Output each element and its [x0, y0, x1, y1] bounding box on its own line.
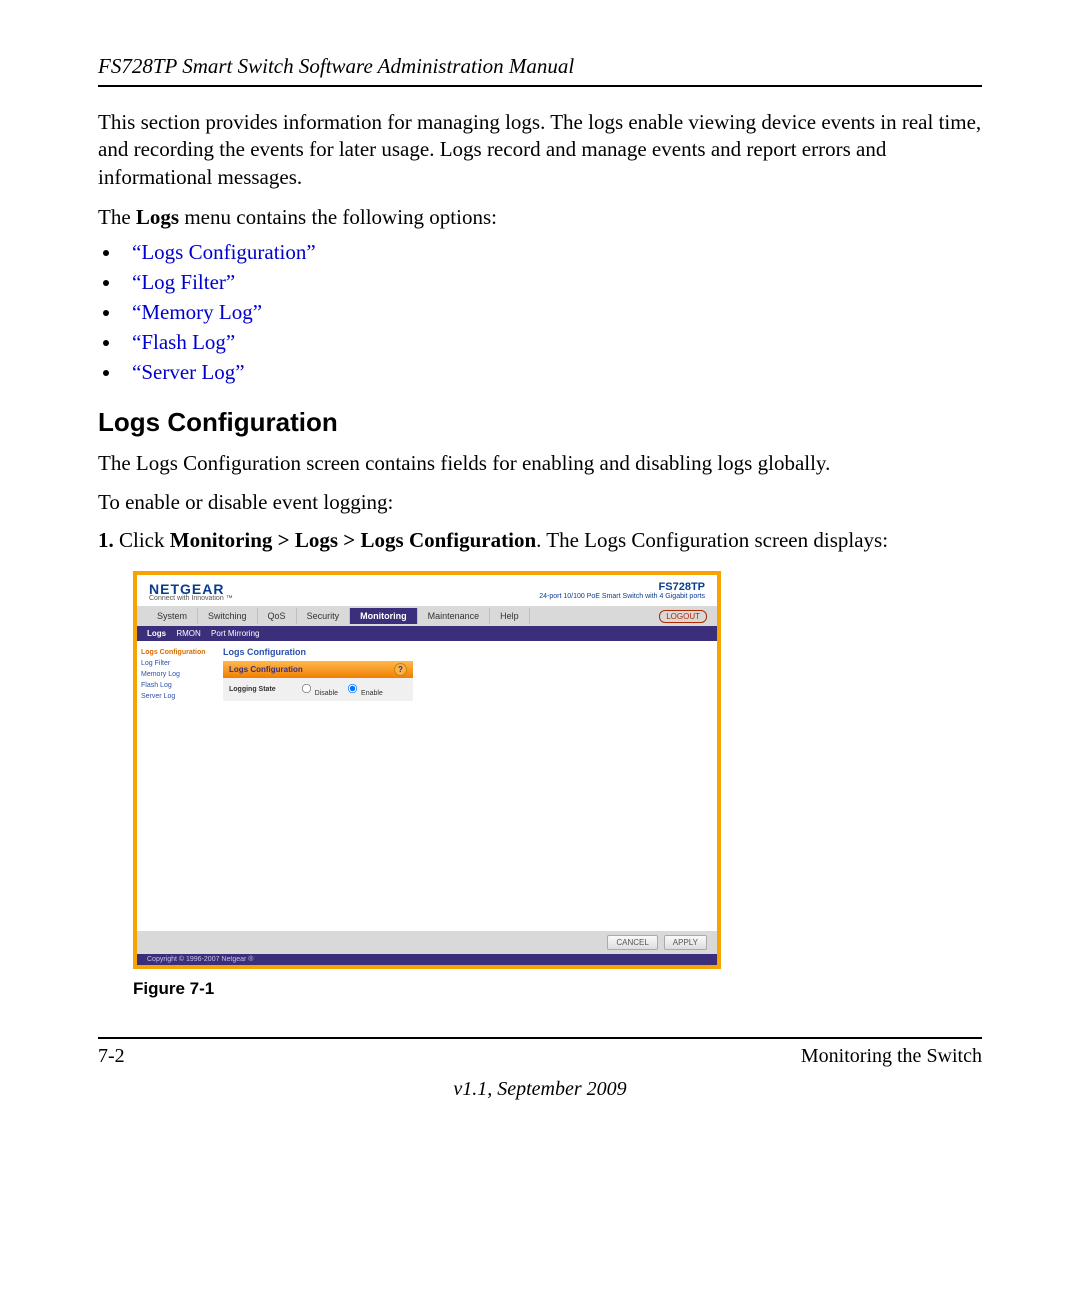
- step-1: 1. Click Monitoring > Logs > Logs Config…: [98, 528, 982, 553]
- intro-text: This section provides information for ma…: [98, 109, 982, 191]
- model-block: FS728TP 24-port 10/100 PoE Smart Switch …: [539, 581, 705, 600]
- panel-header: Logs Configuration ?: [223, 661, 413, 678]
- sidebar-item-memory-log[interactable]: Memory Log: [141, 669, 215, 680]
- tab-switching[interactable]: Switching: [198, 608, 258, 624]
- brand-block: NETGEAR Connect with Innovation ™: [149, 581, 233, 602]
- main-tabs: System Switching QoS Security Monitoring…: [137, 606, 717, 626]
- tab-system[interactable]: System: [147, 608, 198, 624]
- sidebar: Logs Configuration Log Filter Memory Log…: [137, 641, 215, 931]
- sidebar-item-server-log[interactable]: Server Log: [141, 691, 215, 702]
- step-post: . The Logs Configuration screen displays…: [536, 528, 888, 552]
- link-log-filter[interactable]: “Log Filter”: [132, 270, 235, 294]
- list-item: “Log Filter”: [122, 270, 982, 295]
- apply-button[interactable]: APPLY: [664, 935, 707, 950]
- body-text-2: To enable or disable event logging:: [98, 489, 982, 516]
- logout-button[interactable]: LOGOUT: [659, 610, 707, 623]
- brand-tagline: Connect with Innovation ™: [149, 595, 233, 602]
- version-text: v1.1, September 2009: [98, 1078, 982, 1101]
- top-rule: [98, 85, 982, 87]
- panel-header-text: Logs Configuration: [229, 665, 303, 674]
- shot-header: NETGEAR Connect with Innovation ™ FS728T…: [137, 575, 717, 606]
- logging-state-row: Logging State Disable Enable: [223, 678, 413, 701]
- logging-state-radios: Disable Enable: [300, 682, 383, 697]
- sidebar-item-flash-log[interactable]: Flash Log: [141, 680, 215, 691]
- radio-enable-label[interactable]: Enable: [346, 682, 383, 697]
- chapter-name: Monitoring the Switch: [801, 1045, 982, 1068]
- page-number: 7-2: [98, 1045, 125, 1068]
- sidebar-item-logs-configuration[interactable]: Logs Configuration: [141, 647, 215, 658]
- radio-enable[interactable]: [348, 684, 357, 693]
- link-memory-log[interactable]: “Memory Log”: [132, 300, 262, 324]
- sidebar-item-log-filter[interactable]: Log Filter: [141, 658, 215, 669]
- tab-security[interactable]: Security: [297, 608, 351, 624]
- panel-title: Logs Configuration: [223, 647, 709, 657]
- step-number: 1.: [98, 528, 114, 552]
- radio-disable-label[interactable]: Disable: [300, 682, 338, 697]
- list-item: “Logs Configuration”: [122, 240, 982, 265]
- model-desc: 24-port 10/100 PoE Smart Switch with 4 G…: [539, 593, 705, 600]
- step-bold: Monitoring > Logs > Logs Configuration: [170, 528, 536, 552]
- link-flash-log[interactable]: “Flash Log”: [132, 330, 235, 354]
- model-name: FS728TP: [539, 581, 705, 593]
- tab-monitoring[interactable]: Monitoring: [350, 608, 418, 624]
- config-panel: Logs Configuration ? Logging State Disab…: [223, 661, 413, 701]
- list-item: “Server Log”: [122, 360, 982, 385]
- radio-disable-text: Disable: [315, 690, 338, 697]
- body-text-1: The Logs Configuration screen contains f…: [98, 450, 982, 477]
- link-logs-configuration[interactable]: “Logs Configuration”: [132, 240, 316, 264]
- menu-links-list: “Logs Configuration” “Log Filter” “Memor…: [98, 240, 982, 385]
- subtab-port-mirroring[interactable]: Port Mirroring: [211, 629, 259, 638]
- figure-caption: Figure 7-1: [133, 979, 982, 999]
- list-item: “Flash Log”: [122, 330, 982, 355]
- sub-tabs: Logs RMON Port Mirroring: [137, 626, 717, 641]
- menu-lead-post: menu contains the following options:: [179, 205, 497, 229]
- screenshot-figure: NETGEAR Connect with Innovation ™ FS728T…: [133, 571, 721, 969]
- radio-enable-text: Enable: [361, 690, 383, 697]
- tab-help[interactable]: Help: [490, 608, 530, 624]
- menu-lead-pre: The: [98, 205, 136, 229]
- copyright-text: Copyright © 1996-2007 Netgear ®: [137, 954, 717, 965]
- list-item: “Memory Log”: [122, 300, 982, 325]
- tab-maintenance[interactable]: Maintenance: [418, 608, 491, 624]
- page-footer: 7-2 Monitoring the Switch: [98, 1045, 982, 1068]
- tab-qos[interactable]: QoS: [258, 608, 297, 624]
- doc-title: FS728TP Smart Switch Software Administra…: [98, 54, 982, 79]
- link-server-log[interactable]: “Server Log”: [132, 360, 245, 384]
- radio-disable[interactable]: [302, 684, 311, 693]
- subtab-rmon[interactable]: RMON: [176, 629, 200, 638]
- logging-state-label: Logging State: [229, 686, 276, 693]
- step-pre: Click: [114, 528, 170, 552]
- section-heading: Logs Configuration: [98, 407, 982, 438]
- cancel-button[interactable]: CANCEL: [607, 935, 657, 950]
- main-panel-area: Logs Configuration Logs Configuration ? …: [215, 641, 717, 931]
- bottom-rule: [98, 1037, 982, 1039]
- help-icon[interactable]: ?: [394, 663, 407, 676]
- menu-lead-bold: Logs: [136, 205, 179, 229]
- shot-content: Logs Configuration Log Filter Memory Log…: [137, 641, 717, 931]
- action-bar: CANCEL APPLY: [137, 931, 717, 954]
- subtab-logs[interactable]: Logs: [147, 629, 166, 638]
- menu-lead: The Logs menu contains the following opt…: [98, 205, 982, 230]
